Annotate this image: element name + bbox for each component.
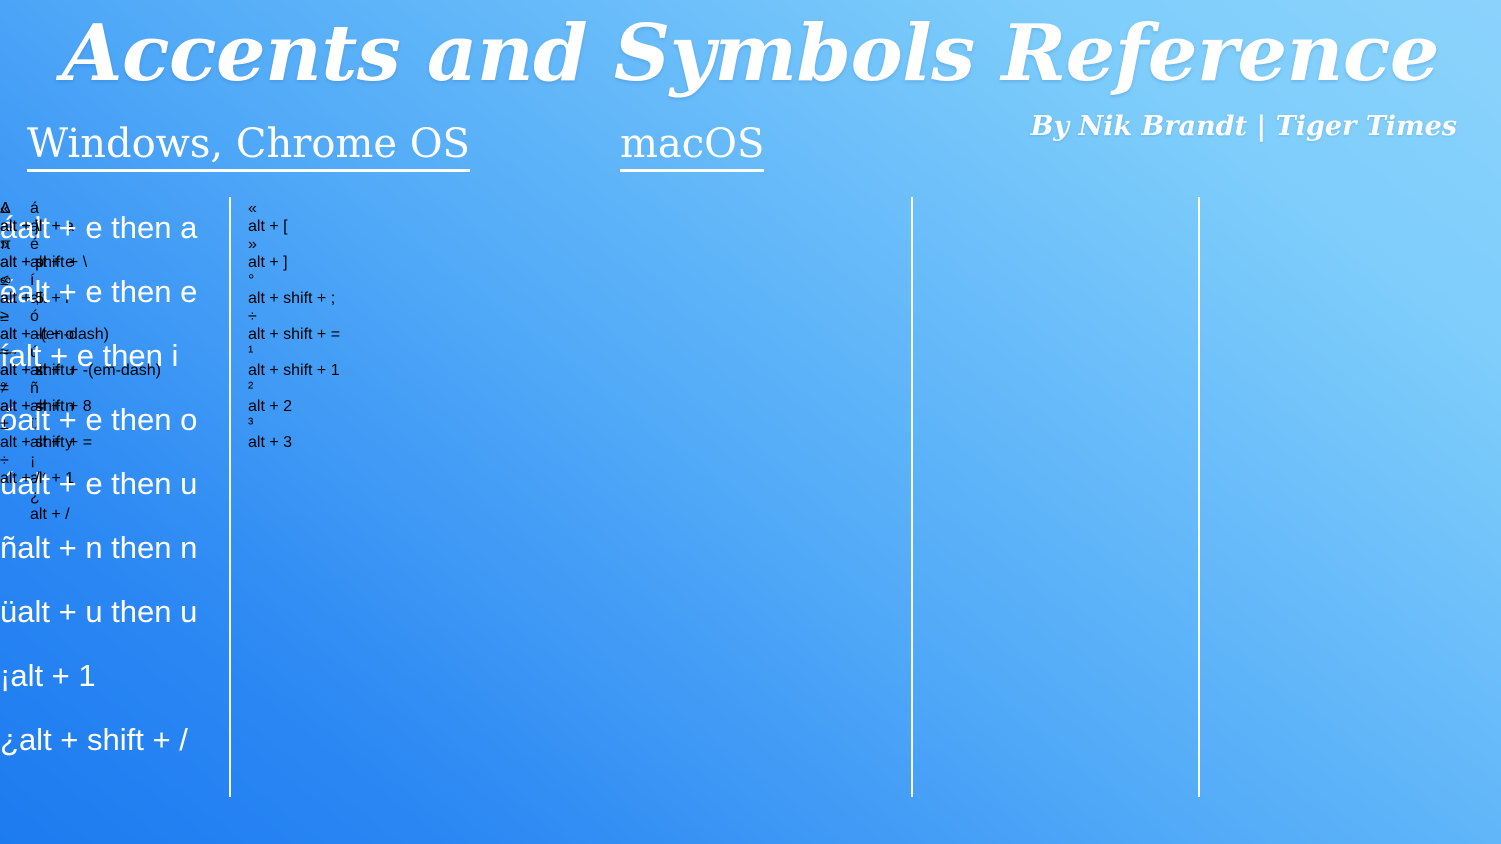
- shortcut-row: » alt + ]: [248, 236, 548, 272]
- shortcut-row: ¹ alt + shift + 1: [248, 344, 548, 380]
- shortcut-keys: alt + -(en-dash): [0, 326, 109, 343]
- shortcut-row: – alt + -(en-dash): [0, 308, 161, 344]
- shortcut-row: π alt + p: [0, 236, 161, 272]
- shortcut-keys: alt + shift + 1: [248, 362, 340, 379]
- shortcut-symbol: π: [0, 236, 12, 253]
- shortcut-symbol: Δ: [0, 200, 11, 217]
- shortcut-symbol: ÷: [248, 308, 257, 325]
- slide-canvas: Accents and Symbols Reference Windows, C…: [0, 0, 1501, 844]
- section-heading-windows: Windows, Chrome OS: [27, 121, 470, 172]
- shortcut-keys: alt + /: [0, 470, 40, 487]
- shortcut-symbol: ¡: [0, 658, 11, 693]
- shortcut-keys: alt + shift + =: [248, 326, 341, 343]
- shortcut-row: ñ alt + n then n: [0, 520, 197, 584]
- shortcut-symbol: ¿: [0, 722, 19, 757]
- shortcut-row: — alt + shift + -(em-dash): [0, 344, 161, 380]
- shortcut-row: ° alt + shift + 8: [0, 380, 161, 416]
- shortcut-symbol: ∞: [0, 272, 12, 289]
- byline: By Nik Brandt | Tiger Times: [1030, 111, 1457, 142]
- shortcut-keys: alt + shift + =: [0, 434, 93, 451]
- shortcut-symbol: ÷: [0, 452, 9, 469]
- shortcut-row: Δalt + j: [0, 200, 161, 236]
- shortcut-row: ¿ alt + shift + /: [0, 712, 197, 776]
- shortcut-symbol: »: [248, 236, 257, 253]
- shortcut-symbol: ñ: [0, 530, 18, 565]
- shortcut-keys: alt + 2: [248, 398, 293, 415]
- shortcut-keys: alt + shift + -(em-dash): [0, 362, 161, 379]
- shortcut-row: ü alt + u then u: [0, 584, 197, 648]
- shortcut-symbol: ±: [0, 416, 9, 433]
- shortcut-row: ¡ alt + 1: [0, 648, 197, 712]
- shortcut-row: ÷ alt + /: [0, 452, 92, 488]
- shortcut-row: ± alt + shift + =: [0, 416, 92, 452]
- shortcut-keys-note: (em-dash): [88, 362, 161, 379]
- shortcut-row: ² alt + 2: [248, 380, 548, 416]
- shortcut-symbol: –: [0, 308, 9, 325]
- shortcut-row: «alt + [: [248, 200, 548, 236]
- section-heading-macos: macOS: [620, 121, 765, 172]
- column-divider-3: [1198, 197, 1200, 797]
- shortcut-keys: alt + 5: [0, 290, 45, 307]
- shortcut-keys: alt + [: [248, 218, 288, 235]
- shortcut-row: ³ alt + 3: [248, 416, 548, 452]
- shortcut-keys: alt + u then u: [17, 594, 198, 629]
- shortcut-symbol: ¹: [248, 344, 254, 361]
- shortcut-symbol: °: [0, 380, 7, 397]
- shortcut-symbol: °: [248, 272, 255, 289]
- column-divider-1: [229, 197, 231, 797]
- shortcut-symbol: «: [248, 200, 257, 217]
- shortcut-column-windows-symbols: «alt + [» alt + ] ° alt + shift + ; ÷ alt + s…: [248, 200, 548, 452]
- page-title: Accents and Symbols Reference: [61, 8, 1440, 99]
- shortcut-keys: alt + 3: [248, 434, 293, 451]
- shortcut-keys: alt + j: [0, 218, 39, 235]
- shortcut-keys: alt + n then n: [17, 530, 198, 565]
- shortcut-keys: alt + 1: [10, 658, 96, 693]
- shortcut-keys: alt + shift + 8: [0, 398, 92, 415]
- shortcut-keys: alt + ]: [248, 254, 288, 271]
- shortcut-column-macos-math: Δalt + j π alt + p ∞ alt + 5– alt + -(en-dash…: [0, 200, 161, 416]
- shortcut-symbol: ü: [0, 594, 18, 629]
- shortcut-symbol: ²: [248, 380, 254, 397]
- shortcut-keys: alt + shift + /: [18, 722, 188, 757]
- shortcut-row: ÷ alt + shift + =: [248, 308, 548, 344]
- shortcut-symbol: —: [0, 344, 16, 361]
- shortcut-keys: alt + shift + ;: [248, 290, 336, 307]
- shortcut-keys: alt + p: [0, 254, 45, 271]
- shortcut-keys-note: (en-dash): [40, 326, 109, 343]
- column-divider-2: [911, 197, 913, 797]
- shortcut-row: ∞ alt + 5: [0, 272, 161, 308]
- shortcut-row: ° alt + shift + ;: [248, 272, 548, 308]
- shortcut-symbol: ³: [248, 416, 254, 433]
